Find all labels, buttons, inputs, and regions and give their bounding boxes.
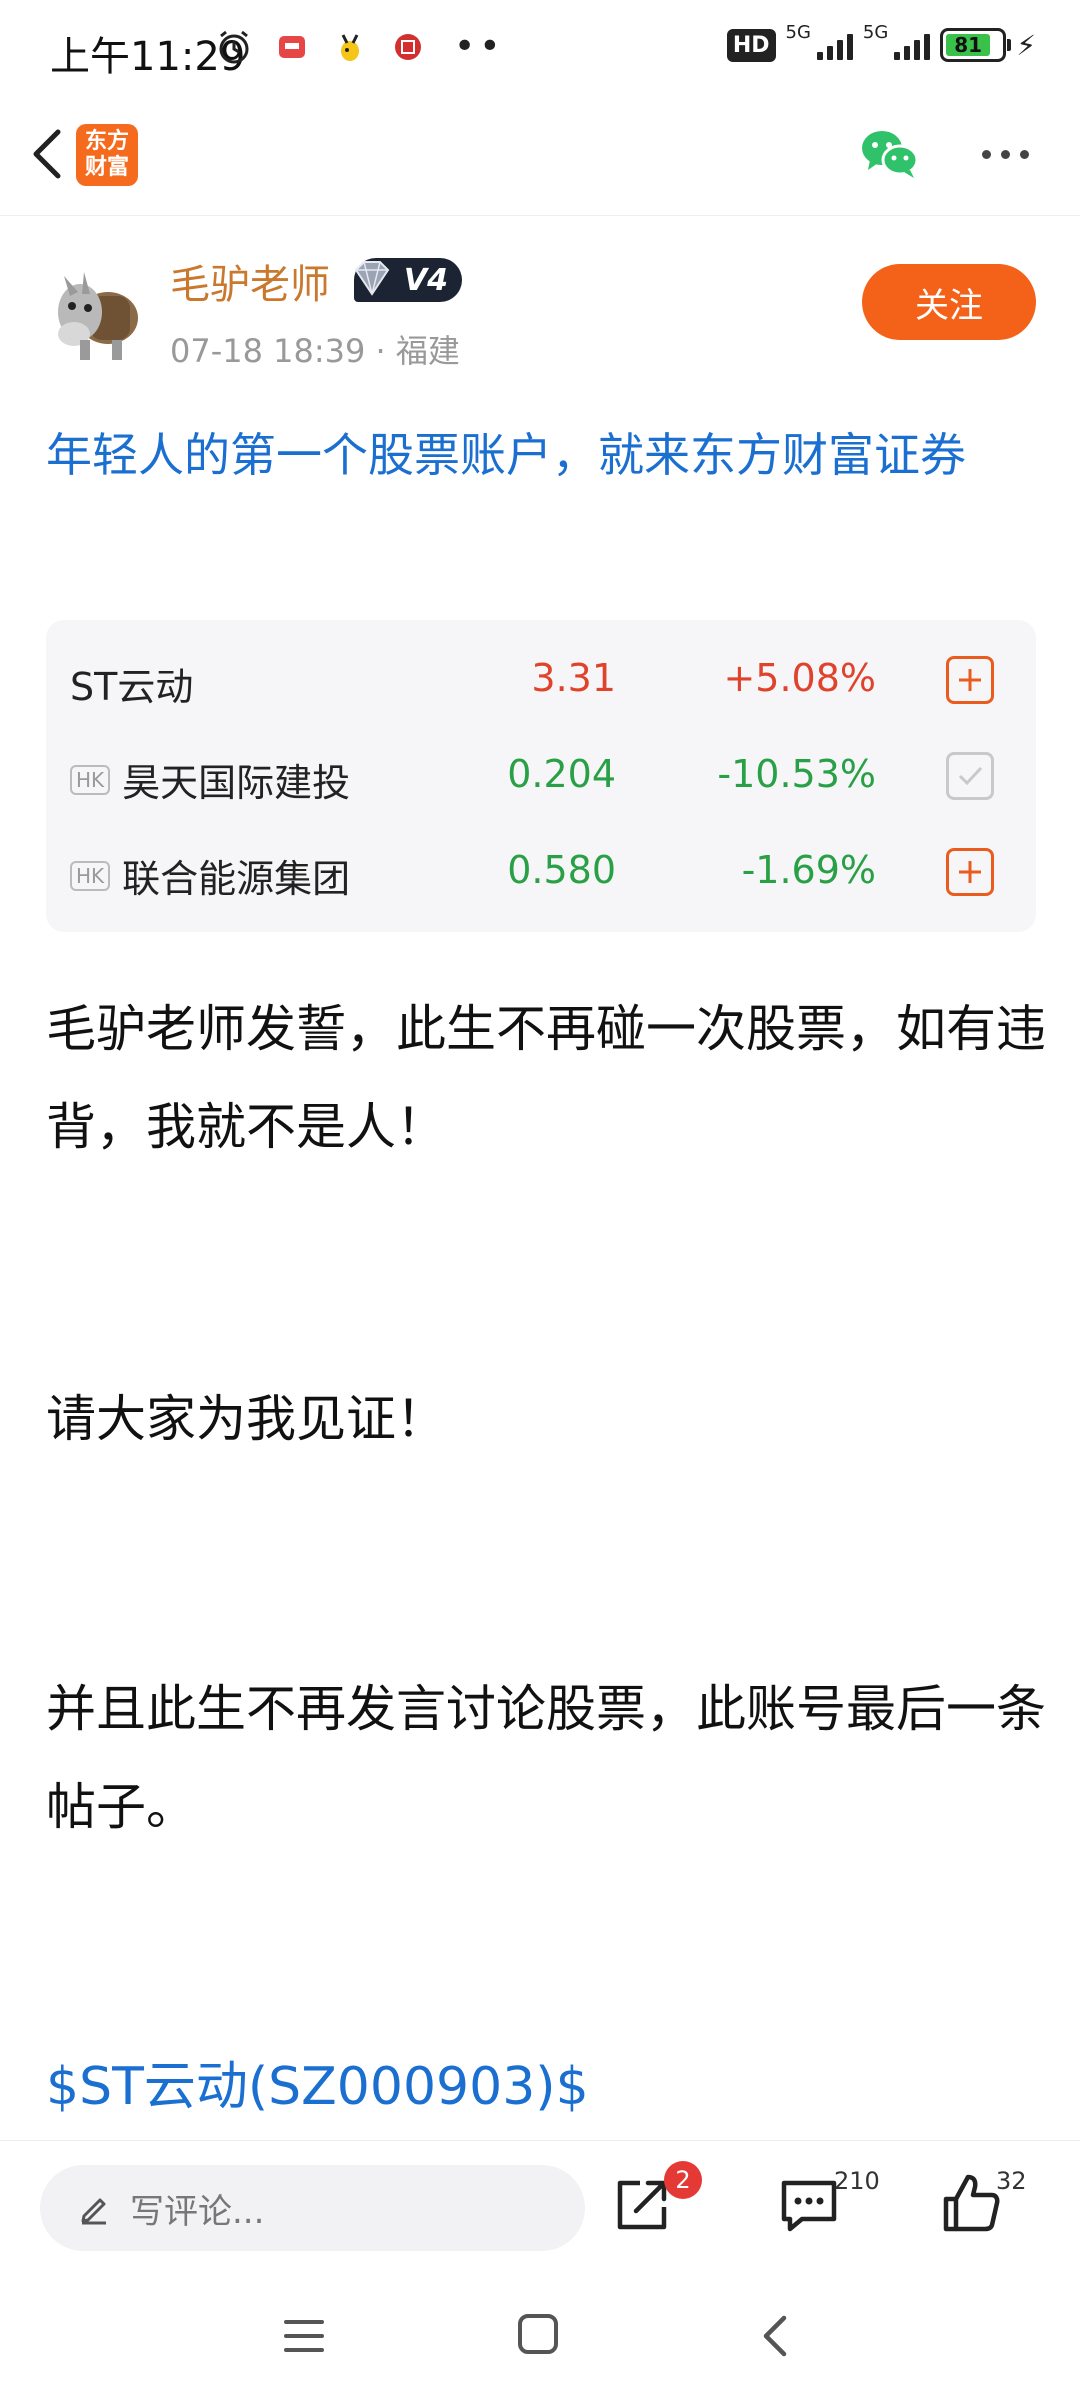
stock-name-wrap: HK 昊天国际建投: [70, 752, 350, 807]
stock-name-wrap: ST云动: [70, 656, 193, 711]
app-logo[interactable]: 东方 财富: [76, 124, 138, 186]
comment-icon: [781, 2180, 837, 2232]
author-header: 毛驴老师 V4 07-18 18:39 · 福建 关注: [0, 232, 1080, 382]
stock-row[interactable]: HK 昊天国际建投 0.204 -10.53%: [46, 728, 1036, 824]
dot-icon: [1019, 149, 1029, 159]
comment-input[interactable]: 写评论...: [40, 2165, 585, 2251]
app-notification-icon: [272, 27, 312, 67]
add-watchlist-button[interactable]: [946, 656, 994, 704]
back-button[interactable]: [18, 124, 78, 184]
stock-name: 联合能源集团: [122, 857, 351, 901]
added-watchlist-button[interactable]: [946, 752, 994, 800]
status-right-icons: HD 5G 5G 81 ⚡: [726, 22, 1036, 62]
recent-apps-button[interactable]: [282, 2318, 326, 2354]
wechat-share-button[interactable]: [860, 126, 920, 182]
network-label-2: 5G: [862, 22, 889, 43]
comment-placeholder: 写评论...: [130, 2191, 265, 2232]
bank-icon: [388, 27, 428, 67]
stock-price: 0.580: [507, 848, 616, 892]
stock-name-wrap: HK 联合能源集团: [70, 848, 350, 903]
pencil-icon: [81, 2198, 106, 2225]
post-meta: 07-18 18:39 · 福建: [170, 332, 460, 370]
pet-icon: [330, 27, 370, 67]
author-name[interactable]: 毛驴老师: [170, 252, 330, 310]
post-paragraph: 并且此生不再发言讨论股票，此账号最后一条帖子。: [46, 1680, 1046, 1836]
app-logo-line2: 财富: [84, 155, 129, 180]
market-tag: HK: [70, 860, 111, 891]
related-stocks-card: ST云动 3.31 +5.08% HK 昊天国际建投 0.204 -10.53%…: [46, 620, 1036, 932]
level-badge-text: V4: [403, 262, 448, 298]
stock-row[interactable]: HK 联合能源集团 0.580 -1.69%: [46, 824, 1036, 920]
like-button[interactable]: [940, 2171, 1000, 2235]
thumbs-up-icon: [943, 2174, 1000, 2232]
donkey-avatar-icon: [58, 272, 138, 360]
home-button[interactable]: [518, 2314, 558, 2354]
wechat-icon: [862, 131, 919, 178]
battery-icon: 81: [940, 28, 1012, 62]
dot-icon: [1000, 149, 1010, 159]
level-badge: V4: [354, 258, 462, 302]
post-paragraph: 请大家为我见证！: [46, 1390, 446, 1448]
status-left-icons: ••: [214, 26, 504, 67]
status-bar: 上午11:29 •• HD 5G 5G 81 ⚡: [0, 0, 1080, 100]
app-logo-line1: 东方: [84, 129, 129, 154]
network-label: 5G: [785, 22, 811, 43]
chevron-left-icon: [763, 2315, 787, 2357]
alarm-icon: [214, 27, 254, 67]
follow-button[interactable]: 关注: [862, 264, 1036, 340]
bottom-action-bar: 写评论... 2 210 32: [0, 2140, 1080, 2270]
post-title[interactable]: 年轻人的第一个股票账户，就来东方财富证券: [46, 418, 1036, 492]
stock-name: 昊天国际建投: [122, 761, 351, 805]
signal-icon: [816, 30, 853, 60]
system-back-button[interactable]: [756, 2312, 796, 2360]
more-notifications-icon: ••: [454, 26, 505, 67]
post-paragraph: 毛驴老师发誓，此生不再碰一次股票，如有违背，我就不是人！: [46, 1000, 1046, 1156]
dot-icon: [981, 149, 991, 159]
charging-icon: ⚡: [1016, 28, 1036, 62]
stock-change: -10.53%: [717, 752, 876, 796]
comments-button[interactable]: [778, 2175, 840, 2235]
more-options-button[interactable]: [970, 126, 1040, 182]
chevron-left-icon: [33, 129, 61, 179]
plus-icon: [959, 669, 981, 691]
check-icon: [958, 766, 983, 786]
hd-badge: HD: [726, 28, 776, 62]
stock-change: -1.69%: [741, 848, 876, 892]
stock-link[interactable]: $ST云动(SZ000903)$: [46, 2044, 589, 2119]
stock-row[interactable]: ST云动 3.31 +5.08%: [46, 632, 1036, 728]
stock-price: 3.31: [531, 656, 616, 700]
stock-price: 0.204: [507, 752, 616, 796]
like-count: 32: [996, 2167, 1027, 2195]
stock-name: ST云动: [70, 665, 194, 709]
market-tag: HK: [70, 764, 111, 795]
avatar[interactable]: [50, 256, 146, 364]
battery-level: 81: [946, 33, 991, 57]
stock-change: +5.08%: [723, 656, 876, 700]
diamond-icon: [354, 261, 390, 296]
share-count-badge: 2: [664, 2161, 702, 2199]
menu-icon: [284, 2320, 324, 2352]
nav-bar: 东方 财富: [0, 100, 1080, 216]
add-watchlist-button[interactable]: [946, 848, 994, 896]
plus-icon: [959, 861, 981, 883]
system-navigation-bar: [0, 2270, 1080, 2400]
comment-count: 210: [834, 2167, 880, 2195]
signal-icon-2: [894, 30, 931, 60]
